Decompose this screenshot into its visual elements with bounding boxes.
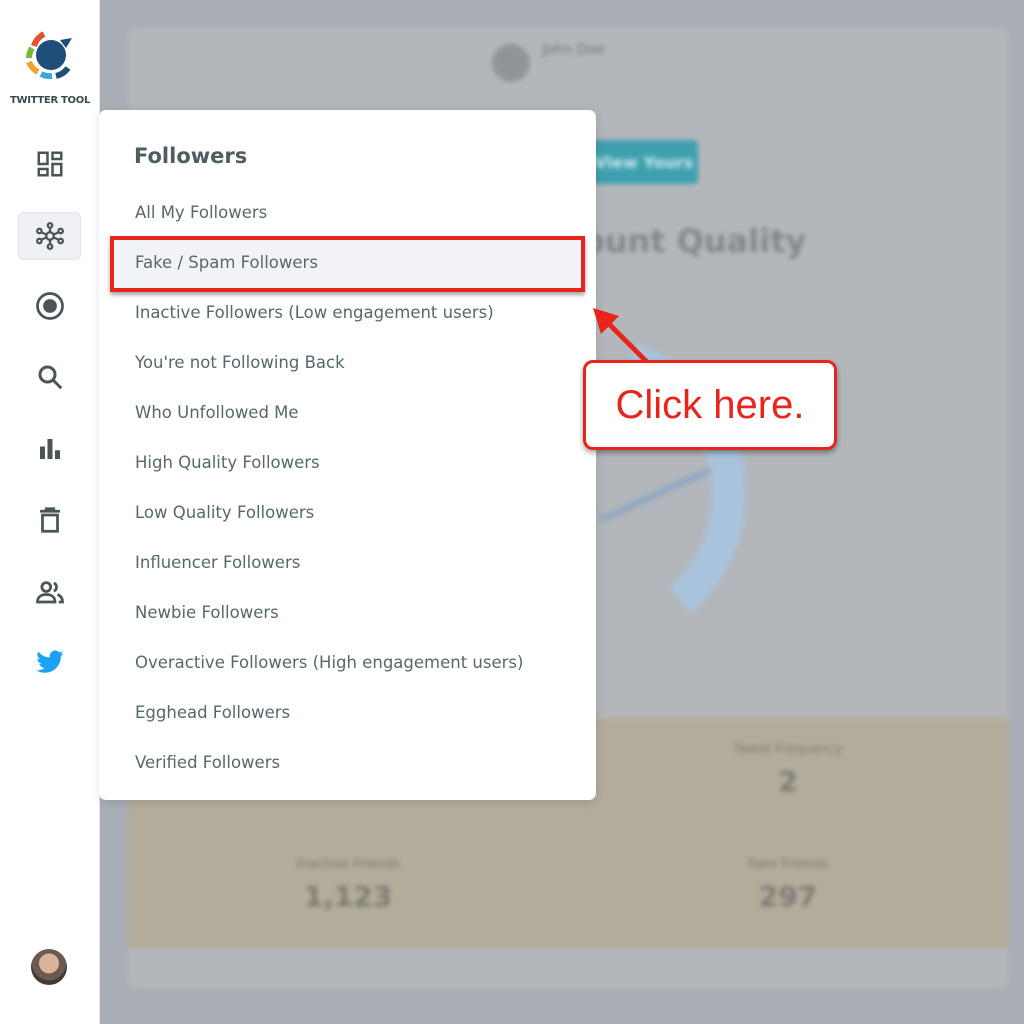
sidebar: TWITTER TOOL <box>0 0 100 1024</box>
twitter-bird-icon <box>35 650 64 673</box>
sidebar-item-twitter[interactable] <box>18 638 81 686</box>
user-avatar <box>492 44 530 82</box>
stat-tweet-frequency: Tweet Frequency 2 <box>733 742 843 798</box>
menu-item[interactable]: High Quality Followers <box>135 453 320 472</box>
menu-item[interactable]: Newbie Followers <box>135 603 279 622</box>
menu-item[interactable]: Fake / Spam Followers <box>135 253 318 272</box>
sidebar-item-analytics[interactable] <box>18 425 81 473</box>
dashboard-icon <box>37 151 62 177</box>
sidebar-item-search[interactable] <box>18 353 81 401</box>
sidebar-item-people[interactable] <box>18 568 81 616</box>
record-icon <box>35 292 64 320</box>
click-here-callout: Click here. <box>583 360 837 450</box>
stat-fake-friends: Fake Friends 297 <box>747 857 829 913</box>
menu-item[interactable]: Egghead Followers <box>135 703 290 722</box>
menu-item[interactable]: You're not Following Back <box>135 353 345 372</box>
sidebar-item-followers[interactable] <box>18 212 81 260</box>
sidebar-item-record[interactable] <box>18 282 81 330</box>
menu-item[interactable]: Low Quality Followers <box>135 503 314 522</box>
menu-title: Followers <box>134 144 248 168</box>
sidebar-item-dashboard[interactable] <box>18 140 81 188</box>
menu-item[interactable]: Inactive Followers (Low engagement users… <box>135 303 494 322</box>
followers-menu: Followers All My Followers Fake / Spam Fo… <box>99 110 596 800</box>
network-icon <box>35 222 64 251</box>
sidebar-item-delete[interactable] <box>18 496 81 544</box>
user-avatar[interactable] <box>31 949 67 985</box>
search-icon <box>38 365 62 390</box>
app-logo[interactable] <box>24 28 74 80</box>
menu-item[interactable]: Who Unfollowed Me <box>135 403 299 422</box>
menu-item[interactable]: All My Followers <box>135 203 267 222</box>
people-icon <box>35 581 64 604</box>
trash-icon <box>39 507 60 533</box>
app-name: TWITTER TOOL <box>9 95 91 106</box>
bar-chart-icon <box>39 439 60 459</box>
menu-item[interactable]: Overactive Followers (High engagement us… <box>135 653 523 672</box>
stat-inactive-friends: Inactive Friends 1,123 <box>296 857 400 913</box>
menu-item[interactable]: Verified Followers <box>135 753 280 772</box>
menu-item[interactable]: Influencer Followers <box>135 553 300 572</box>
user-name: John Doe <box>542 42 605 58</box>
view-yours-button[interactable]: View Yours <box>590 140 698 184</box>
